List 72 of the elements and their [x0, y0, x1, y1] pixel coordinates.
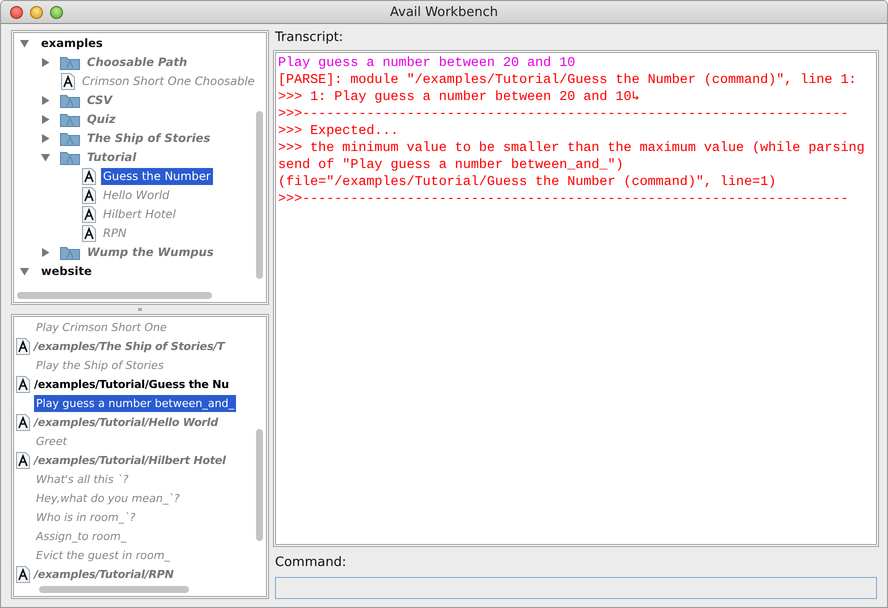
module-item[interactable]: Hello World — [101, 187, 172, 204]
document-icon — [82, 187, 96, 204]
document-icon — [16, 414, 30, 431]
document-icon — [82, 225, 96, 242]
document-icon — [82, 206, 96, 223]
command-field[interactable] — [275, 577, 877, 599]
collapsed-triangle-icon[interactable] — [41, 115, 50, 124]
scrollbar-thumb[interactable] — [256, 111, 263, 279]
transcript-label: Transcript: — [274, 30, 344, 47]
zoom-button[interactable] — [50, 6, 63, 19]
module-path[interactable]: /examples/Tutorial/RPN — [32, 566, 176, 583]
folder-icon — [60, 55, 80, 70]
collapsed-triangle-icon[interactable] — [41, 248, 50, 257]
entry-point-item[interactable]: Hey,what do you mean_`? — [34, 490, 182, 507]
document-icon — [16, 376, 30, 393]
transcript-line: >>> Expected... — [278, 123, 400, 140]
collapsed-triangle-icon[interactable] — [41, 96, 50, 105]
module-path[interactable]: /examples/The Ship of Stories/T — [32, 338, 226, 355]
package-item[interactable]: CSV — [85, 92, 114, 109]
package-item[interactable]: The Ship of Stories — [85, 130, 212, 147]
entry-point-item[interactable]: Assign_to room_ — [34, 528, 128, 545]
minimize-button[interactable] — [30, 6, 43, 19]
scrollbar-thumb[interactable] — [17, 292, 212, 299]
entry-point-item[interactable]: Play guess a number between_and_ — [34, 395, 236, 412]
root-item[interactable]: website — [39, 263, 94, 280]
package-item[interactable]: Wump the Wumpus — [85, 244, 216, 261]
close-button[interactable] — [10, 6, 23, 19]
package-item[interactable]: Tutorial — [85, 149, 138, 166]
module-item[interactable]: Crimson Short One Choosable — [80, 73, 257, 90]
entry-point-item[interactable]: Play Crimson Short One — [34, 319, 169, 336]
module-path[interactable]: /examples/Tutorial/Hello World — [32, 414, 220, 431]
expanded-triangle-icon[interactable] — [20, 267, 29, 276]
transcript-line: >>>-------------------------------------------------------------------- — [278, 106, 850, 123]
module-item[interactable]: Hilbert Hotel — [101, 206, 178, 223]
entry-point-item[interactable]: Play the Ship of Stories — [34, 357, 166, 374]
transcript-line: >>>-------------------------------------------------------------------- — [278, 191, 850, 208]
folder-icon — [60, 112, 80, 127]
document-icon — [16, 566, 30, 583]
transcript-line: [PARSE]: module "/examples/Tutorial/Guess the Number (command)", line 1: — [278, 72, 858, 89]
folder-icon — [60, 131, 80, 146]
collapsed-triangle-icon[interactable] — [41, 58, 50, 67]
folder-icon — [60, 245, 80, 260]
scrollbar-thumb[interactable] — [39, 586, 189, 593]
document-icon — [61, 73, 75, 90]
splitter-handle[interactable] — [138, 308, 142, 311]
window-title: Avail Workbench — [390, 4, 498, 20]
expanded-triangle-icon[interactable] — [41, 153, 50, 162]
root-item[interactable]: examples — [39, 35, 105, 52]
transcript-line: >>> the minimum value to be smaller than the maximum value (while parsing — [278, 140, 866, 157]
package-item[interactable]: Quiz — [85, 111, 118, 128]
entry-point-item[interactable]: Who is in room_`? — [34, 509, 138, 526]
expanded-triangle-icon[interactable] — [20, 39, 29, 48]
document-icon — [16, 452, 30, 469]
folder-icon — [60, 150, 80, 165]
module-path[interactable]: /examples/Tutorial/Hilbert Hotel — [32, 452, 228, 469]
folder-icon — [60, 93, 80, 108]
entry-point-item[interactable]: What's all this `? — [34, 471, 130, 488]
transcript-line: send of "Play guess a number between_and_") — [278, 157, 625, 174]
package-item[interactable]: Choosable Path — [85, 54, 190, 71]
command-label: Command: — [274, 554, 348, 572]
module-item[interactable]: RPN — [101, 225, 129, 242]
collapsed-triangle-icon[interactable] — [41, 134, 50, 143]
module-item[interactable]: Guess the Number — [101, 168, 213, 185]
scrollbar-thumb[interactable] — [256, 429, 263, 541]
document-icon — [82, 168, 96, 185]
transcript-line: >>> 1: Play guess a number between 20 and 10↳ — [278, 89, 641, 106]
document-icon — [16, 338, 30, 355]
transcript-line: (file="/examples/Tutorial/Guess the Number (command)", line=1) — [278, 174, 778, 191]
transcript-line: Play guess a number between 20 and 10 — [278, 55, 576, 72]
entry-point-item[interactable]: Evict the guest in room_ — [34, 547, 172, 564]
entry-point-item[interactable]: Greet — [34, 433, 69, 450]
module-path[interactable]: /examples/Tutorial/Guess the Nu — [32, 376, 231, 393]
